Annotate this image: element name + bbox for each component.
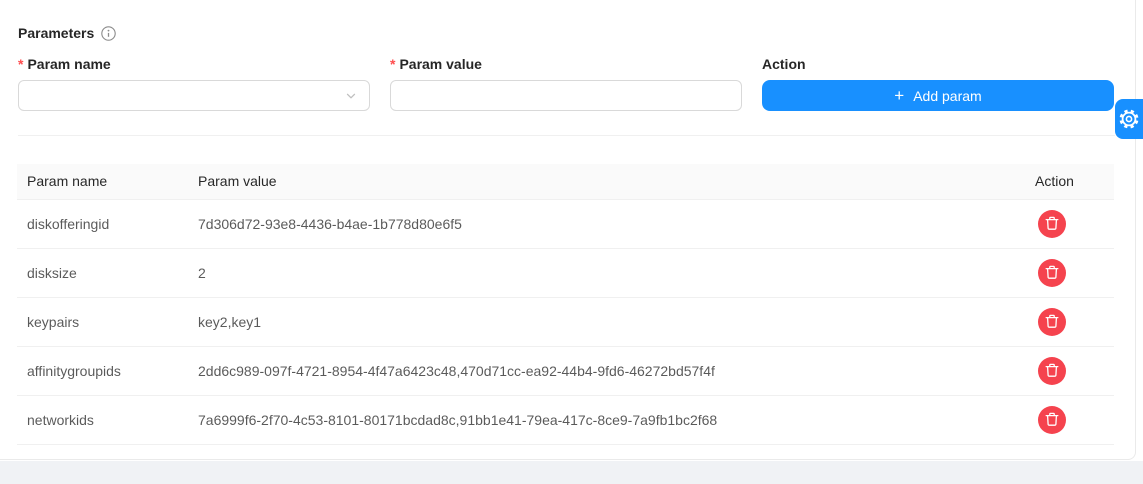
- chevron-down-icon: [345, 90, 357, 102]
- table-row: disksize 2: [17, 248, 1114, 297]
- column-header-param-value: Param value: [188, 164, 1025, 199]
- action-field-group: Action + Add param: [762, 55, 1114, 111]
- parameters-card: Parameters * Param name: [0, 0, 1136, 460]
- trash-icon: [1045, 216, 1059, 231]
- column-header-param-name: Param name: [17, 164, 188, 199]
- trash-icon: [1045, 363, 1059, 378]
- page-footer-background: [0, 461, 1143, 484]
- param-name-cell: disksize: [17, 248, 188, 297]
- table-header-row: Param name Param value Action: [17, 164, 1114, 199]
- table-row: networkids 7a6999f6-2f70-4c53-8101-80171…: [17, 395, 1114, 444]
- table-row: keypairs key2,key1: [17, 297, 1114, 346]
- param-value-cell: 2: [188, 248, 1025, 297]
- param-name-label: * Param name: [18, 55, 370, 73]
- param-name-cell: affinitygroupids: [17, 346, 188, 395]
- param-name-select[interactable]: [18, 80, 370, 111]
- add-param-button-label: Add param: [913, 88, 981, 104]
- add-param-button[interactable]: + Add param: [762, 80, 1114, 111]
- param-value-cell: key2,key1: [188, 297, 1025, 346]
- delete-param-button[interactable]: [1038, 406, 1066, 434]
- required-asterisk: *: [390, 56, 395, 72]
- param-form: * Param name * Param value: [18, 55, 1114, 111]
- param-value-input[interactable]: [390, 80, 742, 111]
- delete-param-button[interactable]: [1038, 308, 1066, 336]
- param-value-field-group: * Param value: [390, 55, 742, 111]
- column-header-action: Action: [1025, 164, 1114, 199]
- gear-icon: [1119, 109, 1139, 129]
- action-label: Action: [762, 55, 1114, 73]
- param-value-cell: 7a6999f6-2f70-4c53-8101-80171bcdad8c,91b…: [188, 395, 1025, 444]
- table-row: affinitygroupids 2dd6c989-097f-4721-8954…: [17, 346, 1114, 395]
- delete-param-button[interactable]: [1038, 259, 1066, 287]
- delete-param-button[interactable]: [1038, 357, 1066, 385]
- params-table: Param name Param value Action diskofferi…: [17, 164, 1114, 445]
- param-value-cell: 2dd6c989-097f-4721-8954-4f47a6423c48,470…: [188, 346, 1025, 395]
- param-name-cell: networkids: [17, 395, 188, 444]
- page-title: Parameters: [18, 25, 94, 41]
- plus-icon: +: [894, 87, 904, 104]
- param-name-cell: keypairs: [17, 297, 188, 346]
- table-row: diskofferingid 7d306d72-93e8-4436-b4ae-1…: [17, 199, 1114, 248]
- settings-drawer-handle[interactable]: [1115, 99, 1143, 139]
- trash-icon: [1045, 314, 1059, 329]
- param-name-field-group: * Param name: [18, 55, 370, 111]
- param-value-cell: 7d306d72-93e8-4436-b4ae-1b778d80e6f5: [188, 199, 1025, 248]
- divider: [18, 135, 1115, 136]
- trash-icon: [1045, 265, 1059, 280]
- delete-param-button[interactable]: [1038, 210, 1066, 238]
- required-asterisk: *: [18, 56, 23, 72]
- info-circle-icon[interactable]: [101, 26, 116, 41]
- param-name-cell: diskofferingid: [17, 199, 188, 248]
- param-value-label: * Param value: [390, 55, 742, 73]
- section-header: Parameters: [18, 25, 1135, 41]
- trash-icon: [1045, 412, 1059, 427]
